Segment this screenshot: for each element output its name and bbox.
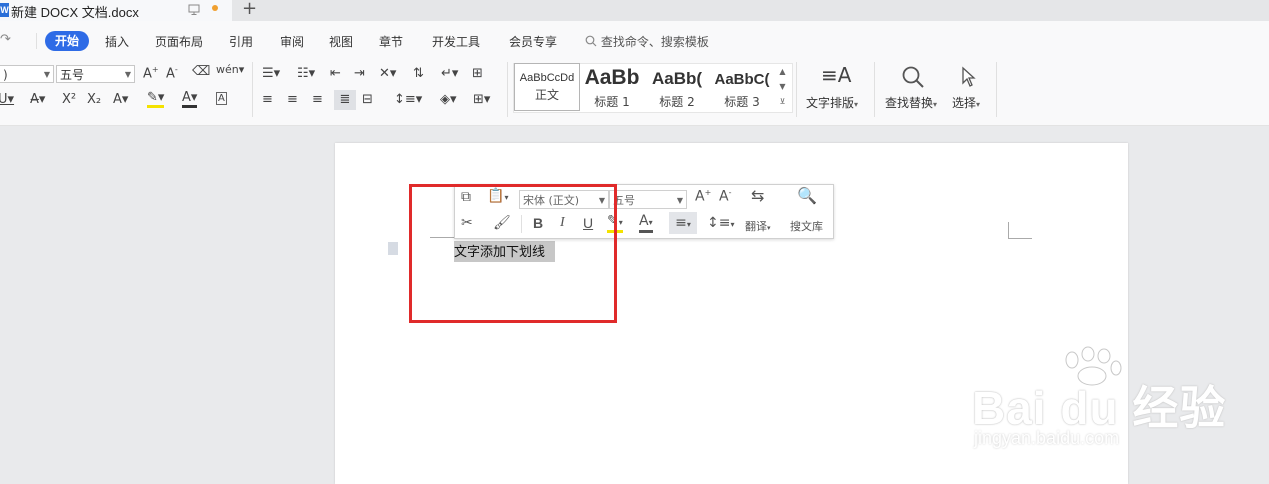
clear-format-icon[interactable]: ⌫ [192, 64, 210, 79]
translate-button[interactable]: 翻译▾ [745, 218, 771, 234]
group-divider [996, 62, 997, 117]
command-search-placeholder: 查找命令、搜索模板 [600, 35, 709, 49]
bullet-list-icon[interactable]: ☰▾ [262, 66, 280, 81]
style-heading-1-sample: AaBb [584, 66, 640, 89]
style-heading-3[interactable]: AaBbC( 标题 3 [710, 63, 774, 109]
watermark-url: jingyan.baidu.com [974, 428, 1120, 448]
wps-writer-icon: W [0, 3, 9, 17]
search-library-icon[interactable]: 🔍 [797, 186, 817, 205]
increase-indent-icon[interactable]: ⇥ [354, 66, 365, 81]
find-replace-icon[interactable] [901, 65, 925, 89]
new-tab-button[interactable]: + [242, 0, 257, 19]
chinese-layout-icon[interactable]: ✕▾ [379, 66, 396, 81]
style-normal-sample: AaBbCcDd [519, 72, 575, 84]
shrink-font-icon[interactable]: A- [166, 65, 178, 81]
subscript-icon[interactable]: X₂ [87, 92, 101, 107]
align-center-icon[interactable]: ≡ [287, 92, 298, 107]
mini-font-size-combo[interactable]: 五号 ▼ [609, 190, 687, 209]
translate-icon[interactable]: ⇆ [751, 186, 764, 205]
text-layout-button[interactable]: 文字排版▾ [806, 94, 858, 111]
tab-references[interactable]: 引用 [229, 33, 253, 50]
borders-icon[interactable]: ⊞▾ [473, 92, 490, 107]
command-search[interactable]: 查找命令、搜索模板 [585, 33, 709, 50]
shrink-font-icon[interactable]: A- [719, 188, 731, 205]
sort-icon[interactable]: ⇅ [413, 66, 424, 81]
text-effect-icon[interactable]: A▾ [113, 92, 128, 107]
highlight-annotation-box [409, 184, 617, 323]
menu-divider [36, 33, 37, 49]
tab-page-layout[interactable]: 页面布局 [155, 33, 203, 50]
shading-icon[interactable]: ◈▾ [440, 92, 457, 107]
justify-icon[interactable]: ≣ [334, 90, 356, 110]
superscript-icon[interactable]: X² [62, 92, 76, 107]
tab-title: 新建 DOCX 文档.docx [11, 5, 139, 20]
translate-label: 翻译 [745, 220, 767, 233]
paragraph-layout-icon[interactable] [388, 242, 398, 255]
distributed-align-icon[interactable]: ⊟ [362, 92, 373, 107]
strikethrough-icon[interactable]: A̶▾ [30, 92, 45, 107]
style-heading-2-label: 标题 2 [659, 95, 695, 109]
pinyin-guide-icon[interactable]: wén▾ [216, 63, 244, 76]
search-icon [585, 35, 597, 47]
tab-start[interactable]: 开始 [45, 31, 89, 51]
tab-insert[interactable]: 插入 [105, 33, 129, 50]
align-right-icon[interactable]: ≡ [312, 92, 323, 107]
grow-font-icon[interactable]: A+ [695, 188, 711, 205]
highlight-color-icon[interactable]: ✎▾ [147, 91, 165, 108]
tab-developer-tools[interactable]: 开发工具 [432, 33, 480, 50]
tab-view[interactable]: 视图 [329, 33, 353, 50]
style-heading-2[interactable]: AaBb( 标题 2 [646, 63, 708, 109]
decrease-indent-icon[interactable]: ⇤ [330, 66, 341, 81]
text-layout-icon[interactable]: ≡A [821, 63, 851, 87]
line-spacing-icon[interactable]: ↕≡▾ [394, 92, 422, 107]
font-color-icon[interactable]: A▾ [639, 214, 653, 233]
tab-chapter[interactable]: 章节 [379, 33, 403, 50]
font-color-icon[interactable]: A▾ [182, 91, 198, 108]
align-justify-icon[interactable]: ≡▾ [669, 212, 697, 234]
style-normal[interactable]: AaBbCcDd 正文 [514, 63, 580, 111]
unsaved-dot-icon [212, 5, 218, 11]
text-layout-label: 文字排版 [806, 96, 855, 110]
find-replace-button[interactable]: 查找替换▾ [885, 94, 937, 111]
group-divider [252, 62, 253, 117]
style-heading-3-sample: AaBbC( [714, 71, 770, 88]
numbered-list-icon[interactable]: ☷▾ [297, 66, 315, 81]
show-hide-marks-icon[interactable]: ↵▾ [441, 66, 458, 81]
tab-review[interactable]: 审阅 [280, 33, 304, 50]
style-heading-3-label: 标题 3 [724, 95, 760, 109]
style-heading-1-label: 标题 1 [594, 95, 630, 109]
margin-corner-mark [1008, 222, 1032, 239]
search-library-button[interactable]: 搜文库 [790, 218, 823, 234]
tab-stops-icon[interactable]: ⊞ [472, 66, 483, 81]
style-normal-label: 正文 [534, 88, 559, 102]
group-divider [874, 62, 875, 117]
character-border-icon[interactable]: A [216, 92, 227, 105]
group-divider [507, 62, 508, 117]
cursor-select-icon[interactable] [960, 66, 978, 88]
redo-icon[interactable]: ↷ [0, 32, 11, 47]
grow-font-icon[interactable]: A+ [143, 65, 159, 81]
group-divider [796, 62, 797, 117]
line-spacing-icon[interactable]: ↕≡▾ [707, 215, 734, 231]
tab-member[interactable]: 会员专享 [509, 33, 557, 50]
styles-scroll[interactable]: ▲ ▼ ⊻ [776, 64, 789, 110]
document-tab[interactable]: W 新建 DOCX 文档.docx [0, 0, 232, 21]
select-button[interactable]: 选择▾ [952, 94, 980, 111]
underline-dropdown-icon[interactable]: U▾ [0, 92, 14, 107]
style-heading-2-sample: AaBb( [651, 69, 703, 88]
style-heading-1[interactable]: AaBb 标题 1 [580, 63, 644, 109]
font-size-combo[interactable]: 五号 ▼ [56, 65, 135, 83]
find-replace-label: 查找替换 [885, 96, 934, 110]
font-size-value: 五号 [60, 68, 85, 82]
select-label: 选择 [952, 96, 977, 110]
font-name-combo[interactable]: ) ▼ [0, 65, 54, 83]
align-left-icon[interactable]: ≡ [262, 92, 273, 107]
monitor-icon[interactable] [188, 4, 200, 15]
